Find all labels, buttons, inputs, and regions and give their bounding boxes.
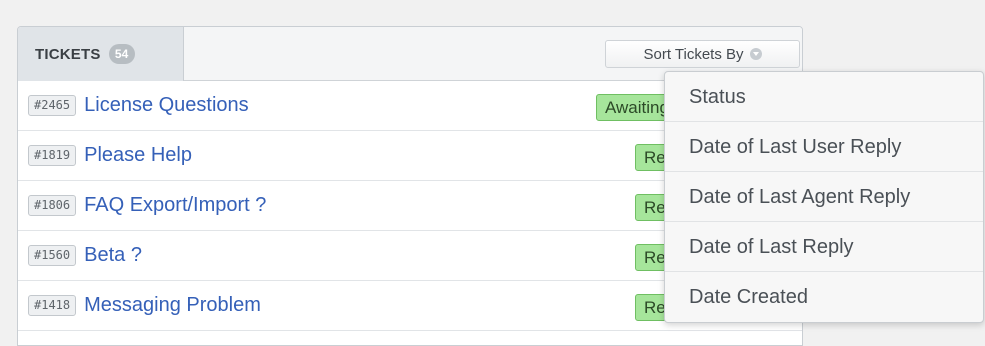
sort-option-date-created[interactable]: Date Created [665, 272, 983, 322]
ticket-id: #1806 [28, 195, 77, 216]
ticket-count-badge: 54 [108, 44, 135, 64]
ticket-id: #1560 [28, 245, 77, 266]
ticket-title-link[interactable]: Beta ? [84, 244, 142, 267]
ticket-title-link[interactable]: FAQ Export/Import ? [84, 194, 266, 217]
sort-option-last-user-reply[interactable]: Date of Last User Reply [665, 122, 983, 172]
ticket-title-link[interactable]: Messaging Problem [84, 294, 261, 317]
ticket-title-link[interactable]: License Questions [84, 94, 249, 117]
sort-option-status[interactable]: Status [665, 72, 983, 122]
sort-tickets-label: Sort Tickets By [643, 45, 744, 63]
ticket-id: #1418 [28, 295, 77, 316]
ticket-title-link[interactable]: Please Help [84, 144, 192, 167]
chevron-down-icon [749, 48, 762, 60]
ticket-id: #2465 [28, 95, 77, 116]
tickets-title: TICKETS [35, 45, 101, 63]
sort-option-last-reply[interactable]: Date of Last Reply [665, 222, 983, 272]
sort-option-last-agent-reply[interactable]: Date of Last Agent Reply [665, 172, 983, 222]
ticket-id: #1819 [28, 145, 77, 166]
tab-tickets[interactable]: TICKETS 54 [18, 27, 184, 81]
sort-dropdown-menu: Status Date of Last User Reply Date of L… [664, 71, 984, 323]
sort-tickets-button[interactable]: Sort Tickets By [605, 40, 800, 68]
